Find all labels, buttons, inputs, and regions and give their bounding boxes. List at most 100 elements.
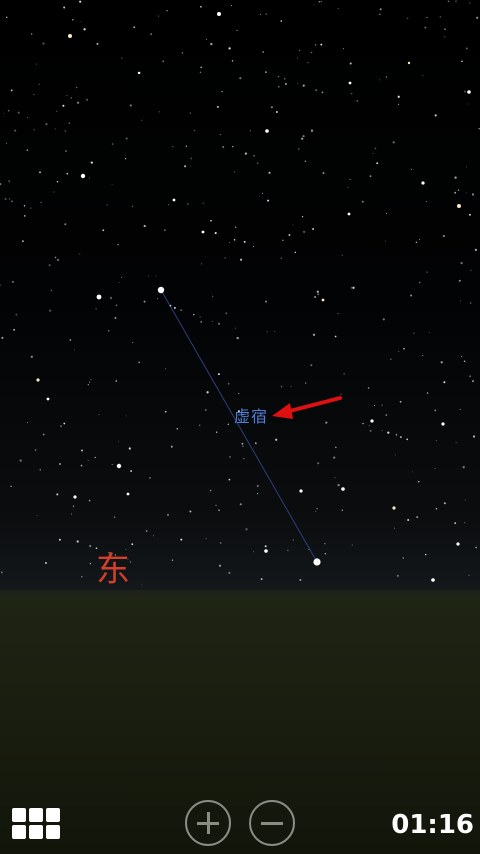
star (310, 129, 314, 132)
star (316, 290, 319, 293)
star (88, 177, 90, 179)
grid-menu-button[interactable] (12, 808, 60, 842)
star (13, 328, 16, 331)
red-arrow-annotation (272, 396, 342, 419)
star (385, 414, 388, 416)
star (233, 239, 236, 241)
star (265, 13, 267, 15)
star (34, 448, 37, 451)
star (212, 321, 214, 322)
star (56, 180, 59, 183)
star (209, 489, 212, 492)
star (219, 542, 222, 544)
star (361, 200, 364, 203)
star (372, 152, 374, 154)
star (407, 518, 410, 522)
star (444, 28, 446, 31)
star (114, 317, 117, 319)
star (468, 574, 470, 577)
star (11, 200, 13, 203)
star (204, 408, 207, 412)
star (50, 289, 53, 292)
star (455, 441, 457, 443)
star (217, 322, 221, 325)
star (435, 440, 437, 442)
star (167, 514, 169, 516)
star (222, 145, 225, 149)
star (375, 147, 377, 149)
grid-menu-icon-cell (46, 825, 60, 839)
star (407, 17, 409, 19)
star (441, 422, 445, 426)
zoom-out-button[interactable] (249, 800, 295, 846)
star (190, 157, 192, 160)
star (403, 347, 405, 350)
star (89, 545, 92, 547)
star (143, 300, 146, 303)
star (418, 480, 420, 483)
star (200, 66, 203, 69)
star (200, 5, 202, 8)
star (468, 213, 471, 216)
star (172, 146, 174, 148)
star (133, 26, 136, 29)
star (202, 202, 204, 204)
star (267, 199, 270, 202)
star (402, 557, 405, 559)
star (193, 129, 196, 132)
star (81, 449, 83, 452)
star (66, 172, 69, 175)
zoom-in-button[interactable] (185, 800, 231, 846)
star (376, 162, 379, 165)
star (4, 198, 7, 200)
star (206, 391, 209, 394)
star (292, 539, 294, 541)
star (217, 12, 221, 16)
star (228, 571, 231, 575)
star (76, 540, 79, 543)
star (296, 82, 298, 84)
star (89, 563, 91, 565)
star (217, 373, 220, 376)
star (200, 320, 203, 323)
constellation-label[interactable]: 虚宿 (234, 403, 268, 427)
star (435, 507, 438, 510)
star (58, 462, 62, 466)
star (121, 276, 123, 278)
star (456, 542, 460, 546)
star (80, 21, 82, 23)
star (302, 135, 305, 138)
star (193, 314, 195, 316)
star (262, 51, 265, 53)
star (171, 559, 174, 561)
star (369, 175, 372, 177)
star (457, 189, 460, 191)
star (349, 62, 352, 65)
star (243, 240, 246, 243)
star (68, 122, 71, 124)
star (406, 438, 409, 441)
star (69, 339, 72, 341)
star (305, 382, 307, 384)
star (200, 263, 203, 265)
star (36, 63, 38, 65)
star (439, 16, 441, 18)
star (189, 510, 192, 513)
star (434, 467, 436, 469)
star (284, 82, 287, 85)
star (95, 308, 97, 310)
star (236, 29, 238, 32)
star (397, 95, 400, 98)
star (268, 171, 271, 174)
star (455, 0, 457, 2)
star (117, 244, 119, 246)
star (66, 95, 68, 97)
star (381, 429, 383, 431)
star (88, 499, 91, 502)
star (442, 235, 445, 238)
star (96, 294, 102, 300)
star (228, 47, 231, 50)
star (118, 282, 120, 283)
star (147, 275, 149, 277)
star (337, 483, 340, 487)
